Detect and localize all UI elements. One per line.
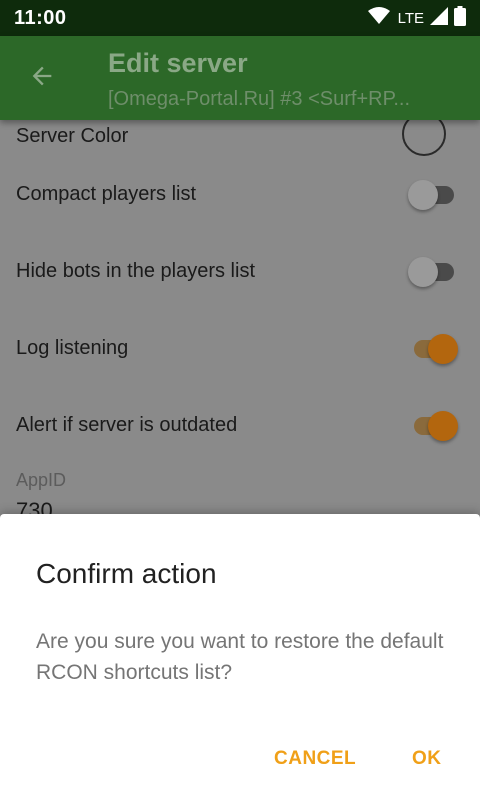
log-listening-toggle[interactable]	[408, 329, 458, 369]
dialog-message: Are you sure you want to restore the def…	[36, 630, 444, 684]
compact-players-toggle[interactable]	[408, 175, 458, 215]
alert-outdated-toggle[interactable]	[408, 406, 458, 446]
battery-icon	[454, 5, 466, 31]
wifi-icon	[367, 6, 390, 30]
compact-players-label: Compact players list	[16, 183, 197, 205]
app-bar: Edit server [Omega-Portal.Ru] #3 <Surf+R…	[0, 36, 480, 120]
alert-outdated-label: Alert if server is outdated	[16, 414, 238, 436]
page-subtitle: [Omega-Portal.Ru] #3 <Surf+RP...	[108, 88, 411, 110]
dialog-title: Confirm action	[36, 558, 217, 589]
toggle-thumb	[408, 256, 438, 287]
status-icons: LTE	[367, 5, 466, 31]
toggle-thumb	[428, 410, 458, 441]
page-title: Edit server	[108, 48, 248, 78]
confirm-dialog: Confirm action Are you sure you want to …	[0, 514, 480, 800]
setting-row-alert-outdated[interactable]: Alert if server is outdated	[0, 387, 480, 464]
server-color-label: Server Color	[16, 125, 129, 147]
toggle-thumb	[428, 333, 458, 364]
status-bar: 11:00 LTE	[0, 0, 480, 36]
network-type: LTE	[397, 9, 424, 27]
status-time: 11:00	[14, 6, 67, 29]
signal-icon	[430, 6, 448, 30]
hide-bots-toggle[interactable]	[408, 252, 458, 292]
appid-label: AppID	[16, 470, 67, 490]
ok-button[interactable]: OK	[412, 748, 442, 770]
cancel-button[interactable]: CANCEL	[274, 748, 356, 770]
hide-bots-label: Hide bots in the players list	[16, 260, 256, 282]
log-listening-label: Log listening	[16, 337, 129, 359]
toggle-thumb	[408, 179, 438, 210]
setting-row-log-listening[interactable]: Log listening	[0, 310, 480, 387]
arrow-back-icon	[28, 62, 56, 95]
back-button[interactable]	[22, 58, 62, 98]
setting-row-compact-players[interactable]: Compact players list	[0, 156, 480, 233]
setting-row-hide-bots[interactable]: Hide bots in the players list	[0, 233, 480, 310]
